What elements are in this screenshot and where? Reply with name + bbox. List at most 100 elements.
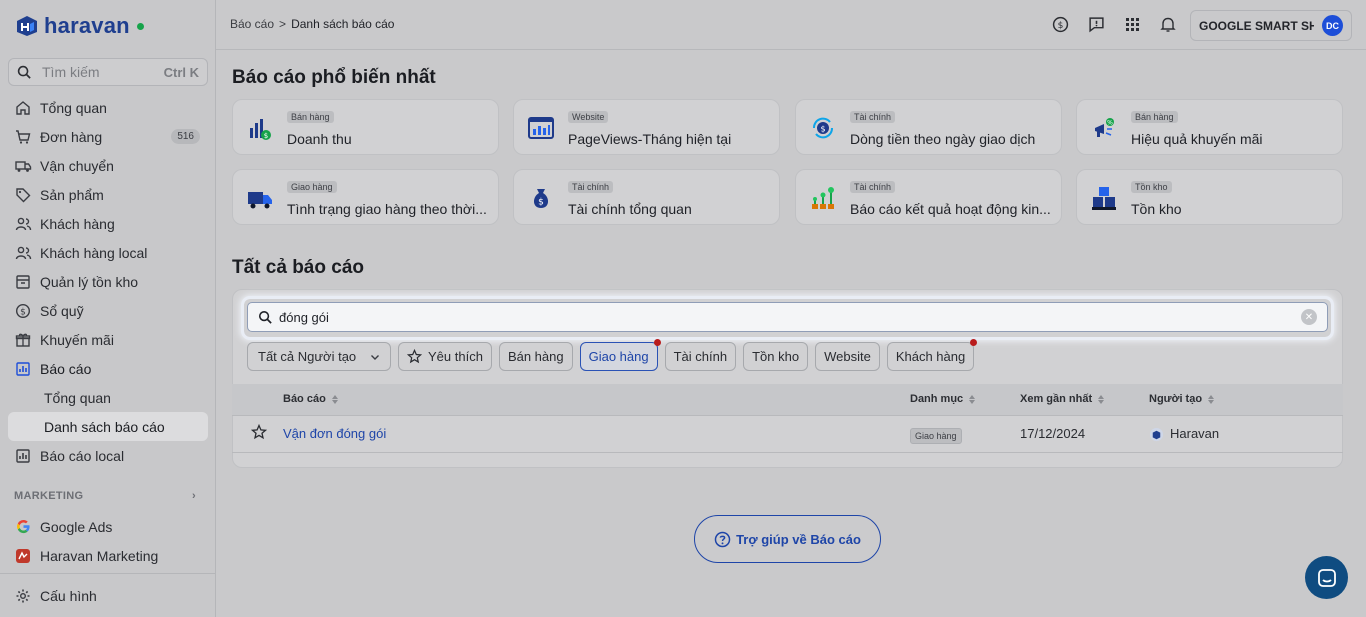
last-viewed-date: 17/12/2024 [1020, 426, 1086, 441]
favorite-star-icon[interactable] [250, 423, 268, 443]
popular-report-card[interactable]: $ Bán hàng Doanh thu [232, 99, 499, 155]
sidebar-item-cashbook[interactable]: $ Sổ quỹ [8, 296, 208, 325]
inventory-boxes-icon [1092, 187, 1116, 210]
card-category-tag: Giao hàng [287, 181, 337, 193]
report-name-link[interactable]: Vận đơn đóng gói [283, 426, 386, 441]
column-header-last-viewed[interactable]: Xem gần nhất [1020, 393, 1105, 405]
all-reports-title: Tất cả báo cáo [232, 257, 364, 278]
sidebar-item-orders[interactable]: Đơn hàng 516 [8, 122, 208, 151]
sidebar-item-customers[interactable]: Khách hàng [8, 209, 208, 238]
filter-chip-customers[interactable]: Khách hàng [886, 339, 978, 371]
filter-chip-favorites[interactable]: Yêu thích [398, 342, 492, 371]
card-title: Tồn kho [1131, 201, 1182, 217]
popular-report-card[interactable]: Website PageViews-Tháng hiện tại [513, 99, 780, 155]
column-header-creator[interactable]: Người tạo [1149, 393, 1215, 405]
filter-chip-label: Khách hàng [895, 349, 966, 364]
card-title: Dòng tiền theo ngày giao dịch [850, 131, 1036, 147]
sidebar-item-overview[interactable]: Tổng quan [8, 93, 208, 122]
popular-report-card[interactable]: Giao hàng Tình trạng giao hàng theo thời… [232, 169, 499, 225]
chat-support-button[interactable] [1305, 556, 1348, 599]
google-icon [14, 518, 32, 536]
sidebar-item-label: Haravan Marketing [40, 547, 159, 564]
growth-plant-icon [812, 187, 834, 209]
svg-text:$: $ [538, 198, 544, 208]
sidebar-item-promotions[interactable]: Khuyến mãi [8, 325, 208, 354]
bell-icon[interactable] [1158, 14, 1178, 34]
sidebar-item-label: Khách hàng [40, 215, 115, 232]
search-shortcut: Ctrl K [163, 64, 199, 80]
megaphone-icon: % [1095, 118, 1114, 137]
users-icon [14, 244, 32, 262]
sidebar-item-reports[interactable]: Báo cáo [8, 354, 208, 383]
filter-chip-label: Yêu thích [428, 349, 483, 364]
cart-icon [14, 128, 32, 146]
popular-report-card[interactable]: $ Tài chính Dòng tiền theo ngày giao dịc… [795, 99, 1062, 155]
topbar: Báo cáo > Danh sách báo cáo $ GOOGLE SMA… [216, 0, 1366, 50]
sidebar-item-shipping[interactable]: Vận chuyển [8, 151, 208, 180]
popular-report-card[interactable]: % Bán hàng Hiệu quả khuyến mãi [1076, 99, 1343, 155]
haravan-logo-icon [17, 16, 37, 36]
chart-icon [14, 447, 32, 465]
column-header-category[interactable]: Danh mục [910, 393, 976, 405]
star-icon [407, 349, 422, 364]
sidebar-subitem-overview[interactable]: Tổng quan [8, 383, 208, 412]
apps-grid-icon[interactable] [1122, 14, 1142, 34]
report-search-input[interactable]: đóng gói ✕ [247, 302, 1328, 332]
tag-icon [14, 186, 32, 204]
clear-search-icon[interactable]: ✕ [1301, 309, 1317, 325]
search-icon [17, 65, 31, 79]
filter-chip-sales[interactable]: Bán hàng [498, 342, 573, 371]
column-header-report[interactable]: Báo cáo [283, 393, 338, 405]
settings-nav: Cấu hình [8, 581, 208, 610]
column-header-label: Danh mục [910, 393, 964, 405]
sidebar-item-label: Google Ads [40, 518, 113, 535]
topbar-icons: $ [1050, 14, 1178, 34]
sidebar-item-inventory[interactable]: Quản lý tồn kho [8, 267, 208, 296]
popular-report-card[interactable]: $ Tài chính Tài chính tổng quan [513, 169, 780, 225]
creator-filter-select[interactable]: Tất cả Người tạo [247, 342, 391, 371]
avatar: DC [1322, 15, 1343, 36]
sidebar-item-google-ads[interactable]: Google Ads [8, 512, 208, 541]
box-icon [14, 273, 32, 291]
search-placeholder: Tìm kiếm [42, 64, 100, 80]
sidebar-item-customers-local[interactable]: Khách hàng local [8, 238, 208, 267]
card-category-tag: Bán hàng [287, 111, 334, 123]
card-title: Tình trạng giao hàng theo thời... [287, 201, 487, 217]
creator-name: Haravan [1170, 426, 1220, 441]
online-status-dot [136, 22, 144, 30]
filter-chip-label: Giao hàng [588, 349, 649, 364]
filter-chip-finance[interactable]: Tài chính [664, 342, 737, 371]
dollar-icon: $ [14, 302, 32, 320]
popular-report-card[interactable]: Tồn kho Tồn kho [1076, 169, 1343, 225]
marketing-section-header[interactable]: MARKETING › [14, 490, 196, 502]
sidebar-item-settings[interactable]: Cấu hình [8, 581, 208, 610]
filter-chip-website[interactable]: Website [815, 342, 880, 371]
sidebar-item-label: Khuyến mãi [40, 331, 114, 348]
sidebar-search[interactable]: Tìm kiếm Ctrl K [8, 58, 208, 86]
store-selector[interactable]: GOOGLE SMART SH... DC [1190, 10, 1352, 41]
filter-chip-inventory[interactable]: Tồn kho [743, 342, 809, 371]
filter-chip-label: Bán hàng [507, 349, 564, 364]
sidebar-subitem-label: Danh sách báo cáo [44, 418, 165, 435]
svg-text:$: $ [264, 132, 268, 140]
sidebar-item-reports-local[interactable]: Báo cáo local [8, 441, 208, 470]
sidebar-item-haravan-marketing[interactable]: Haravan Marketing [8, 541, 208, 570]
sidebar-item-products[interactable]: Sản phẩm [8, 180, 208, 209]
card-title: Tài chính tổng quan [568, 201, 692, 217]
sort-icon [331, 394, 338, 404]
help-button-label: Trợ giúp về Báo cáo [736, 531, 861, 547]
reports-table-header: Báo cáo Danh mục Xem gần nhất Người tạo [232, 384, 1343, 416]
filter-chip-label: Tồn kho [752, 349, 800, 364]
sidebar-subitem-report-list[interactable]: Danh sách báo cáo [8, 412, 208, 441]
sidebar-item-label: Cấu hình [40, 587, 97, 604]
currency-exchange-icon[interactable]: $ [1050, 14, 1070, 34]
filter-chip-delivery[interactable]: Giao hàng [579, 339, 661, 371]
card-category-tag: Tồn kho [1131, 181, 1172, 193]
breadcrumb-parent[interactable]: Báo cáo [230, 17, 274, 31]
popular-report-card[interactable]: Tài chính Báo cáo kết quả hoạt động kin.… [795, 169, 1062, 225]
feedback-icon[interactable] [1086, 14, 1106, 34]
web-chart-icon [528, 117, 554, 139]
report-help-button[interactable]: Trợ giúp về Báo cáo [694, 515, 881, 563]
haravan-logo[interactable]: haravan [14, 12, 144, 40]
home-icon [14, 99, 32, 117]
